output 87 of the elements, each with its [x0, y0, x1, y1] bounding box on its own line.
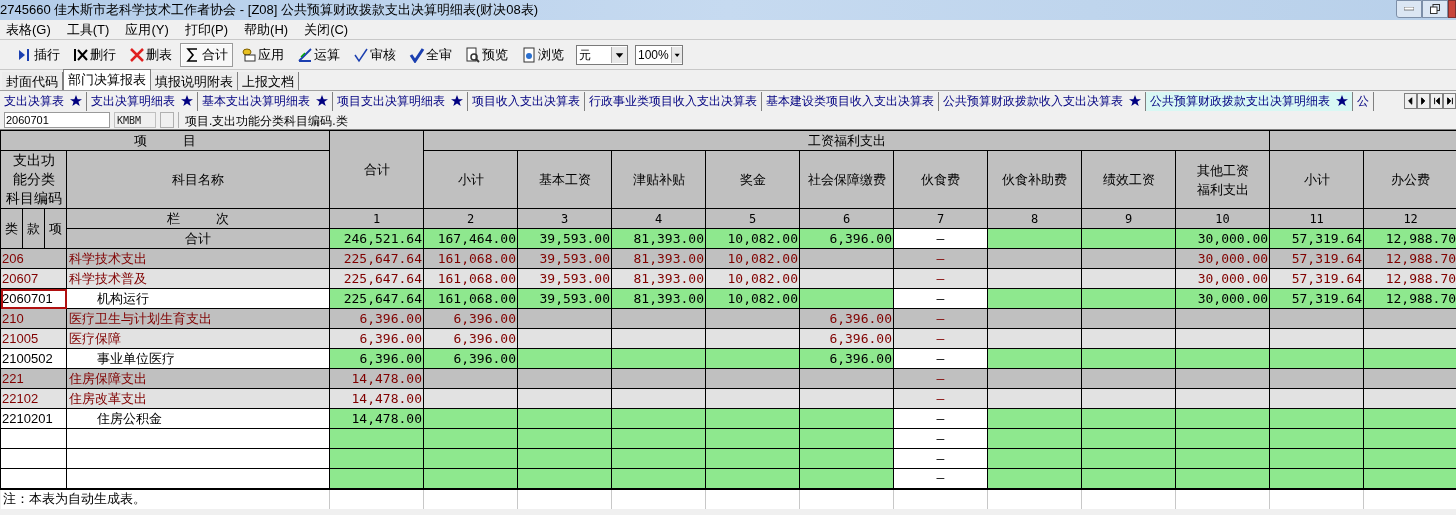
check-icon [353, 46, 369, 63]
table-cell[interactable] [0, 448, 67, 469]
table-cell[interactable]: 206 [0, 248, 67, 269]
table-cell[interactable]: 221 [0, 368, 67, 389]
toolbar-button[interactable]: 运算 [292, 42, 345, 67]
table-cell[interactable]: 210 [0, 308, 67, 329]
column-number: 8 [987, 208, 1082, 229]
toolbar-button[interactable]: 审核 [348, 42, 401, 67]
column-header: 社会保障缴费 [799, 150, 894, 209]
table-cell[interactable]: 20607 [0, 268, 67, 289]
toolbar-button[interactable]: 预览 [460, 42, 513, 67]
column-number: 7 [893, 208, 988, 229]
zoom-select[interactable]: 100% [635, 44, 683, 65]
menu-item[interactable]: 打印(P) [184, 19, 229, 40]
table-cell[interactable]: 2100502 [0, 348, 67, 369]
menu-item[interactable]: 工具(T) [66, 19, 110, 40]
column-header: 项 [44, 208, 67, 249]
column-header: 伙食补助费 [987, 150, 1082, 209]
column-number: 3 [517, 208, 612, 229]
minimize-icon [1404, 7, 1414, 11]
unit-select[interactable]: 元 [576, 44, 628, 65]
column-header: 栏 次 [66, 208, 330, 229]
column-number: 4 [611, 208, 706, 229]
column-header: 类 [0, 208, 23, 249]
column-header: 工资福利支出 [423, 130, 1270, 151]
check-icon [409, 46, 425, 63]
column-header: 奖金 [705, 150, 800, 209]
browse-icon [521, 46, 537, 63]
sheet-tab[interactable]: 公共预算财政拨款支出决算明细表 [1146, 91, 1353, 111]
tab-scroll-button[interactable] [1417, 93, 1430, 109]
ruler-chart-icon [297, 46, 313, 63]
table-cell[interactable] [0, 428, 67, 449]
table-cell[interactable]: 21005 [0, 328, 67, 349]
table-cell[interactable] [0, 468, 67, 489]
menu-item[interactable]: 关闭(C) [304, 19, 349, 40]
field-code-label: KMBM [114, 112, 156, 128]
cell-value-field[interactable]: 2060701 [4, 112, 110, 128]
table-cell[interactable]: 22102 [0, 388, 67, 409]
toolbar-button[interactable]: 删行 [68, 42, 121, 67]
toolbar-button[interactable]: 应用 [236, 42, 289, 67]
column-header: 小计 [423, 150, 518, 209]
toolbar-button[interactable]: 删表 [124, 42, 177, 67]
column-header: 基本工资 [517, 150, 612, 209]
toolbar-button[interactable]: 合计 [180, 42, 233, 67]
tab[interactable]: 填报说明附表 [151, 72, 238, 90]
tab[interactable]: 上报文档 [238, 72, 299, 90]
column-header: 小计 [1269, 150, 1364, 209]
tab-scroll-button[interactable] [1443, 93, 1456, 109]
column-header: 绩效工资 [1081, 150, 1176, 209]
toolbar-button[interactable]: 浏览 [516, 42, 569, 67]
restore-icon [1430, 4, 1440, 14]
preview-icon [465, 46, 481, 63]
menu-item[interactable]: 应用(Y) [125, 19, 169, 40]
column-header: 伙食费 [893, 150, 988, 209]
coin-stack-icon [241, 46, 257, 63]
column-number: 11 [1269, 208, 1364, 229]
column-header: 款 [22, 208, 45, 249]
tab-scroll-button[interactable] [1404, 93, 1417, 109]
close-icon [129, 46, 145, 63]
menu-item[interactable]: 帮助(H) [244, 19, 289, 40]
column-number: 6 [799, 208, 894, 229]
column-number: 10 [1175, 208, 1270, 229]
column-header: 津贴补贴 [611, 150, 706, 209]
tab[interactable]: 部门决算报表 [63, 69, 151, 90]
delete-row-icon [73, 46, 89, 63]
column-number: 2 [423, 208, 518, 229]
empty-field [160, 112, 174, 128]
restore-button[interactable] [1422, 0, 1448, 18]
column-header: 合计 [329, 130, 424, 209]
column-number: 9 [1081, 208, 1176, 229]
toolbar-button[interactable]: 插行 [12, 42, 65, 67]
table-cell[interactable]: 2060701 [0, 288, 67, 309]
arrow-icon [1432, 96, 1441, 106]
column-number: 5 [705, 208, 800, 229]
tab-scroll-button[interactable] [1430, 93, 1443, 109]
column-header: 项 目 [0, 130, 330, 151]
table-note: 注：本表为自动生成表。 [0, 488, 330, 509]
menu-item[interactable]: 表格(G) [6, 19, 51, 40]
field-path: 项目.支出功能分类科目编码.类 [178, 112, 348, 128]
arrow-icon [1445, 96, 1454, 106]
column-header: 支出功 能分类 科目编码 [0, 150, 67, 209]
table-cell[interactable]: 2210201 [0, 408, 67, 429]
tab[interactable]: 封面代码 [2, 72, 63, 90]
column-number: 1 [329, 208, 424, 229]
window-title: 2745660 佳木斯市老科学技术工作者协会 - [Z08] 公共预算财政拨款支出决算明细表(财决08表) [0, 1, 539, 20]
toolbar-button[interactable]: 全审 [404, 42, 457, 67]
column-header: 其他工资 福利支出 [1175, 150, 1270, 209]
